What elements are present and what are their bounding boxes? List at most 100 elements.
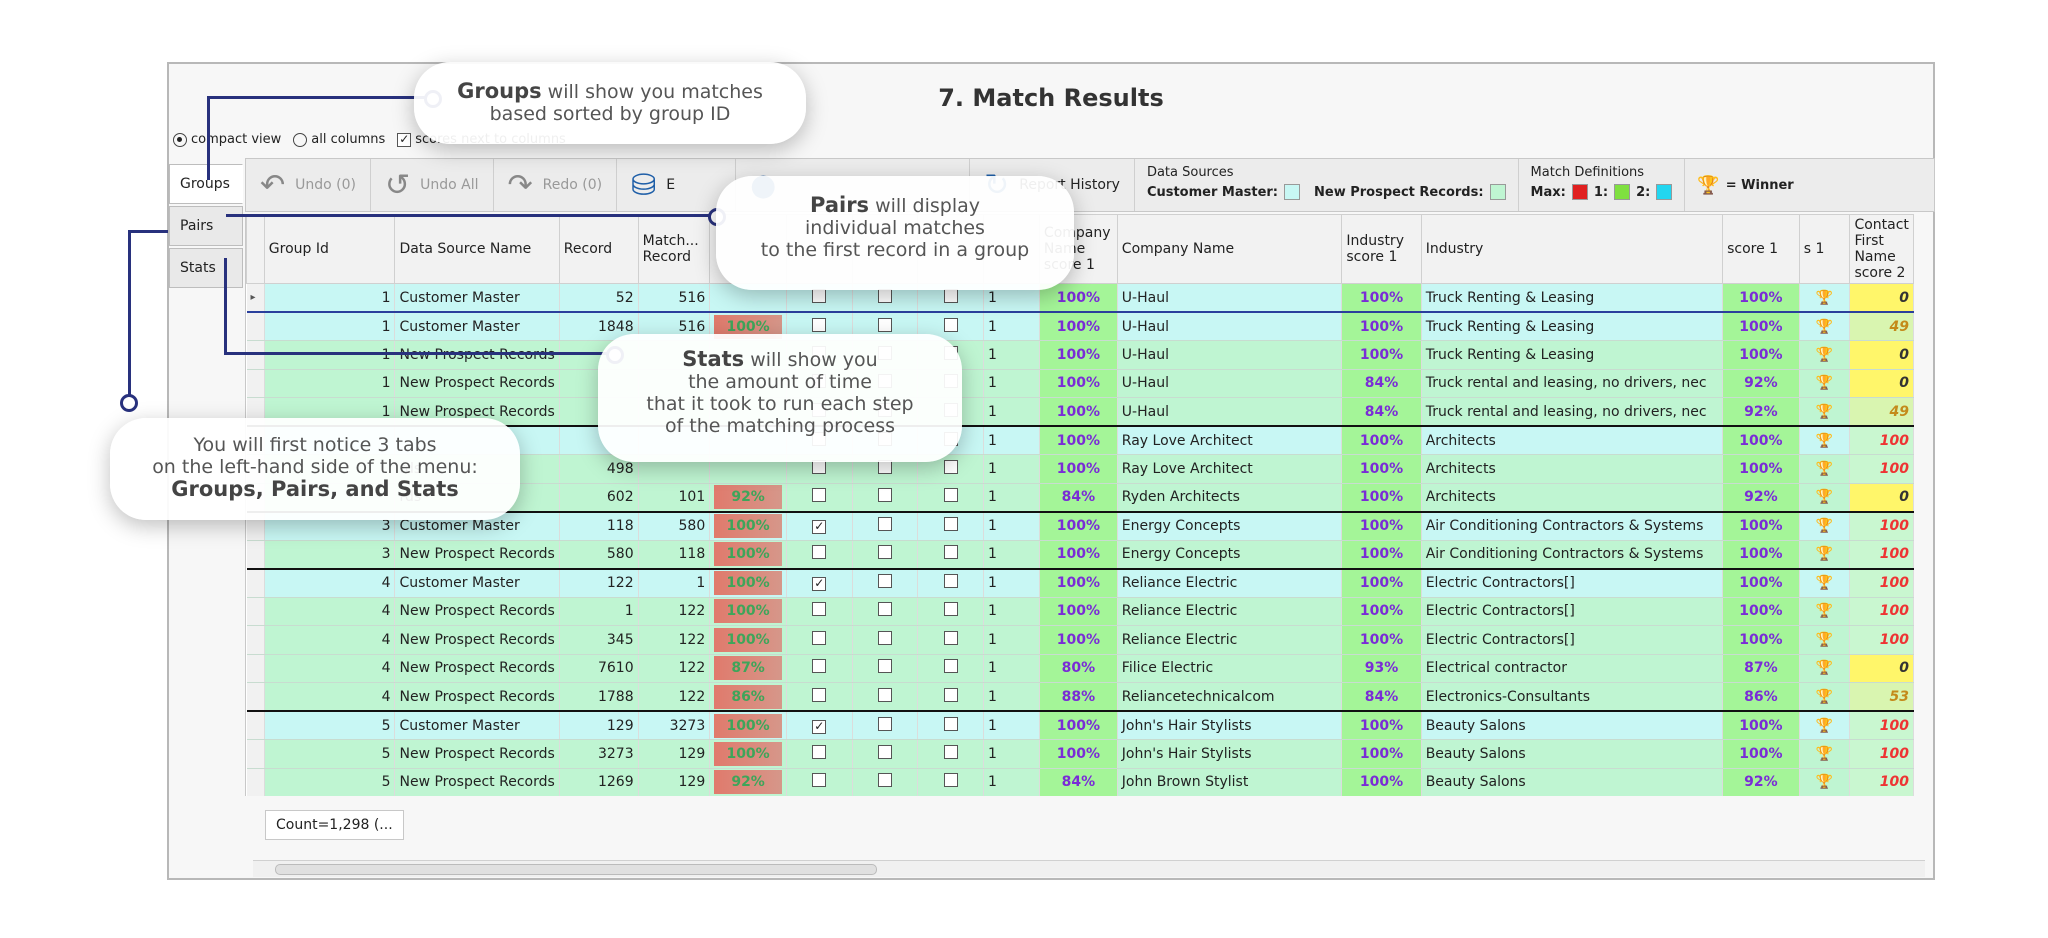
table-row[interactable]: 1 Customer Master 1848 516 100% 1 100% U-Haul 10… (246, 312, 1914, 341)
row-checkbox[interactable] (877, 659, 892, 674)
match-bar: 92% (714, 485, 782, 509)
row-checkbox[interactable] (812, 659, 827, 674)
undo-all-button[interactable]: ↺ Undo All (371, 159, 494, 211)
table-cell: Electrical contractor (1421, 654, 1724, 683)
row-checkbox[interactable] (943, 545, 958, 559)
horizontal-scrollbar[interactable] (253, 860, 1925, 877)
column-header[interactable]: Company Name (1116, 214, 1343, 284)
row-checkbox[interactable] (812, 288, 827, 303)
table-cell: 0 (1849, 283, 1914, 313)
row-checkbox[interactable] (943, 459, 958, 474)
row-checkbox[interactable] (877, 545, 892, 559)
row-checkbox[interactable] (943, 687, 958, 702)
compact-view-radio[interactable] (173, 132, 187, 147)
row-checkbox[interactable] (877, 773, 892, 787)
row-checkbox[interactable] (877, 288, 892, 303)
row-checkbox[interactable] (877, 574, 892, 588)
row-checkbox[interactable] (943, 488, 958, 502)
tab-stats[interactable]: Stats (169, 248, 243, 288)
column-header[interactable]: Record (558, 214, 639, 284)
row-checkbox[interactable] (812, 545, 827, 559)
row-checkbox[interactable] (943, 517, 958, 531)
table-row[interactable]: 5 Customer Master 129 3273 100% ✓ 1 100% John's … (246, 711, 1914, 740)
table-cell: 1 (264, 312, 396, 341)
table-cell (917, 568, 984, 598)
row-checkbox[interactable] (943, 744, 958, 759)
row-checkbox[interactable] (812, 773, 827, 787)
row-checkbox[interactable]: ✓ (812, 520, 827, 534)
table-row[interactable]: 3 New Prospect Records 580 118 100% 1 100% Ener… (246, 540, 1914, 570)
groups-callout-l2: based sorted by group ID (489, 103, 731, 125)
tab-groups[interactable]: Groups (169, 164, 243, 204)
redo-button[interactable]: ↷ Redo (0) (494, 159, 618, 211)
row-checkbox[interactable] (877, 630, 892, 645)
row-checkbox[interactable] (943, 317, 958, 332)
table-cell: 100% (1722, 597, 1800, 626)
table-cell: 100% (1722, 312, 1800, 341)
scroll-thumb[interactable] (275, 864, 877, 875)
column-header[interactable]: Contact First Name score 2 (1849, 214, 1914, 284)
row-checkbox[interactable] (943, 288, 958, 303)
row-checkbox[interactable] (877, 716, 892, 731)
customer-master-label: Customer Master: (1146, 184, 1279, 200)
table-cell: 101 (638, 483, 711, 513)
undo-button[interactable]: ↶ Undo (0) (246, 159, 371, 211)
row-checkbox[interactable] (877, 488, 892, 502)
row-checkbox[interactable] (877, 317, 892, 332)
table-cell: 100% (1039, 625, 1118, 655)
column-header[interactable]: s 1 (1798, 214, 1851, 284)
table-cell: ✓ (786, 711, 853, 740)
table-row[interactable]: 5 New Prospect Records 3273 129 100% 1 100% Joh… (246, 739, 1914, 769)
column-header[interactable]: Match... Record (637, 214, 711, 284)
table-cell: 1 (983, 312, 1040, 341)
row-checkbox[interactable] (943, 602, 958, 617)
table-cell: 1 (983, 369, 1040, 398)
scores-checkbox[interactable]: ✓ (397, 132, 412, 147)
row-checkbox[interactable] (812, 687, 827, 702)
row-checkbox[interactable] (877, 602, 892, 617)
column-header[interactable]: Industry (1420, 214, 1724, 284)
table-row[interactable]: ▸ 1 Customer Master 52 516 1 100% U-Haul 100% Tru… (246, 283, 1914, 313)
row-checkbox[interactable] (812, 630, 827, 645)
table-cell (852, 654, 919, 683)
column-header[interactable]: Group Id (263, 214, 396, 284)
table-row[interactable]: 4 New Prospect Records 7610 122 87% 1 80% Filic… (246, 654, 1914, 683)
table-cell: 1 (983, 540, 1040, 570)
row-checkbox[interactable] (943, 630, 958, 645)
row-checkbox[interactable] (943, 659, 958, 674)
table-cell (246, 711, 265, 740)
row-checkbox[interactable]: ✓ (812, 719, 827, 734)
tab-pairs[interactable]: Pairs (169, 206, 243, 246)
row-checkbox[interactable] (877, 517, 892, 531)
row-checkbox[interactable] (943, 716, 958, 731)
row-checkbox[interactable]: ✓ (812, 577, 827, 591)
row-checkbox[interactable] (877, 687, 892, 702)
table-row[interactable]: 4 New Prospect Records 345 122 100% 1 100% Reli… (246, 625, 1914, 655)
row-checkbox[interactable] (812, 317, 827, 332)
all-columns-radio[interactable] (293, 132, 308, 147)
row-checkbox[interactable] (812, 744, 827, 759)
table-row[interactable]: 4 New Prospect Records 1788 122 86% 1 88% Relia… (246, 682, 1914, 712)
row-checkbox[interactable] (877, 744, 892, 759)
row-checkbox[interactable] (943, 574, 958, 588)
trophy-icon: 🏆 (1799, 483, 1851, 513)
table-cell: 100% (1039, 454, 1118, 484)
column-header[interactable]: score 1 (1722, 214, 1800, 284)
table-cell (786, 540, 853, 570)
table-row[interactable]: 4 New Prospect Records 1 122 100% 1 100% Relian… (246, 597, 1914, 626)
table-row[interactable]: 4 Customer Master 122 1 100% ✓ 1 100% Reliance E… (246, 568, 1914, 598)
record-count: Count=1,298 (... (265, 810, 404, 840)
table-cell: Beauty Salons (1421, 739, 1724, 769)
table-row[interactable]: 5 New Prospect Records 1269 129 92% 1 84% John … (246, 768, 1914, 796)
column-header[interactable]: Industry score 1 (1341, 214, 1422, 284)
column-header[interactable]: Data Source Name (394, 214, 560, 284)
row-checkbox[interactable] (812, 488, 827, 502)
row-checkbox[interactable] (943, 773, 958, 787)
match-defs-label: Match Definitions (1530, 165, 1645, 180)
row-checkbox[interactable] (812, 602, 827, 617)
table-cell: 100% (709, 540, 787, 570)
table-cell: 122 (638, 682, 711, 712)
table-cell: 5 (264, 768, 396, 796)
table-cell: 100% (709, 597, 787, 626)
table-row[interactable]: 1 New Prospect Records 1 100% U-Haul 84% Truck… (246, 369, 1914, 398)
